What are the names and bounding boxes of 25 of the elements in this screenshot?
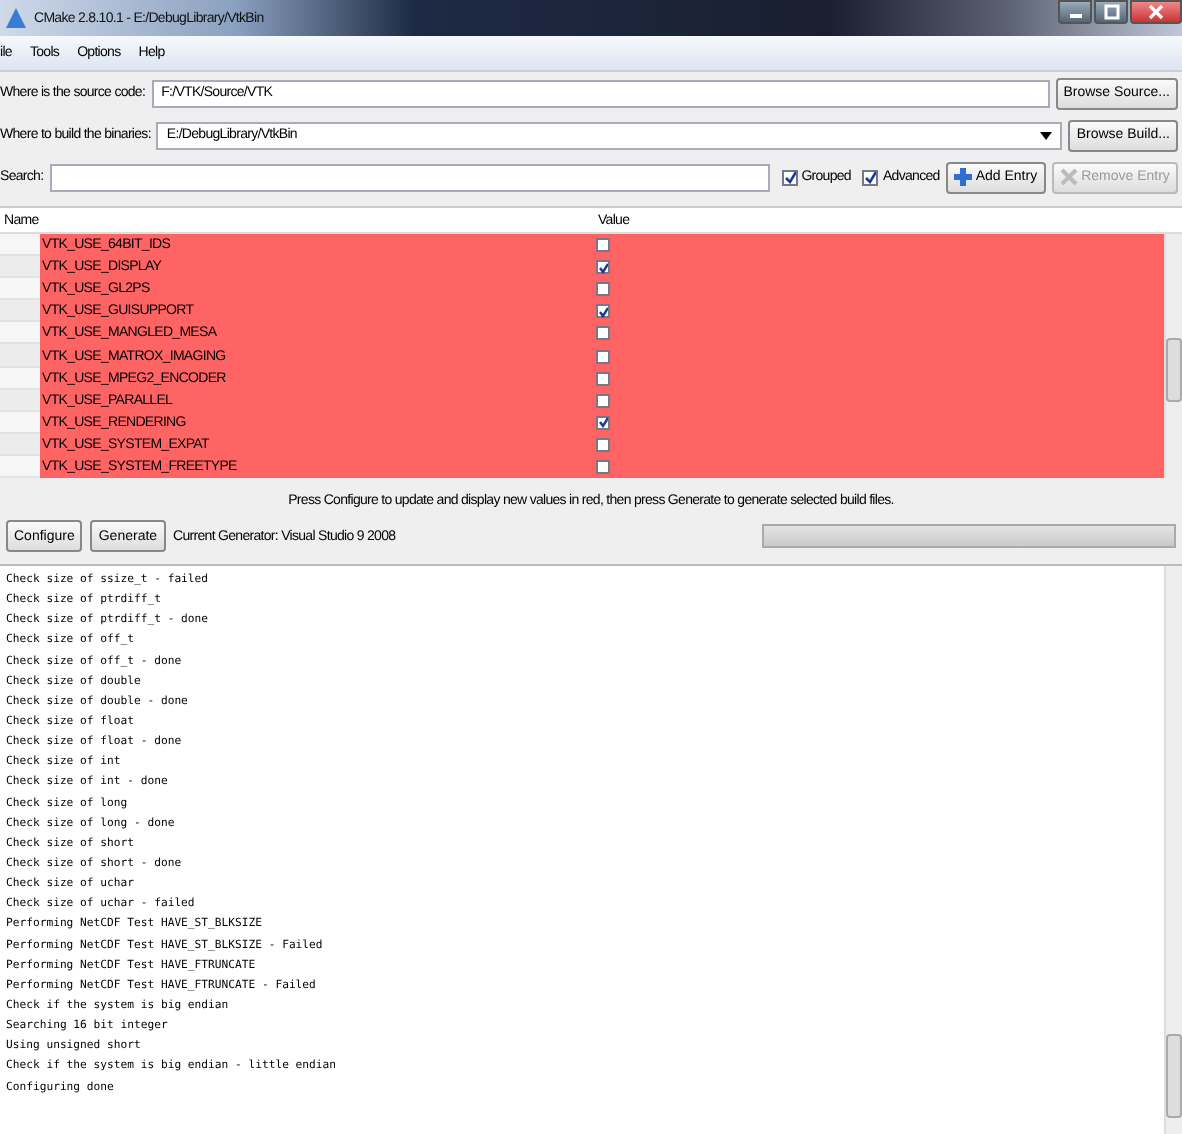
value-checkbox[interactable] (596, 459, 610, 474)
plus-icon (953, 168, 972, 186)
scrollbar[interactable] (1164, 566, 1182, 1134)
scrollbar[interactable] (1164, 234, 1182, 479)
value-checkbox[interactable] (596, 437, 610, 452)
dropdown-icon (1040, 131, 1053, 139)
value-checkbox[interactable] (596, 415, 610, 430)
value-checkbox[interactable] (596, 238, 610, 253)
triangle-icon (6, 8, 26, 28)
value-checkbox[interactable] (596, 349, 610, 364)
close-icon (1148, 4, 1164, 20)
value-checkbox[interactable] (596, 282, 610, 297)
value-checkbox[interactable] (596, 393, 610, 408)
cross-icon (1059, 168, 1078, 186)
maximize-button[interactable] (1094, 0, 1128, 24)
close-button[interactable] (1130, 0, 1182, 24)
maximize-icon (1103, 4, 1119, 20)
value-checkbox[interactable] (596, 326, 610, 341)
minimize-button[interactable] (1058, 0, 1092, 24)
search-field[interactable] (49, 163, 770, 191)
value-checkbox[interactable] (596, 304, 610, 319)
checkbox[interactable] (781, 169, 798, 185)
value-checkbox[interactable] (596, 371, 610, 386)
checkbox[interactable] (862, 169, 879, 185)
value-checkbox[interactable] (596, 260, 610, 275)
